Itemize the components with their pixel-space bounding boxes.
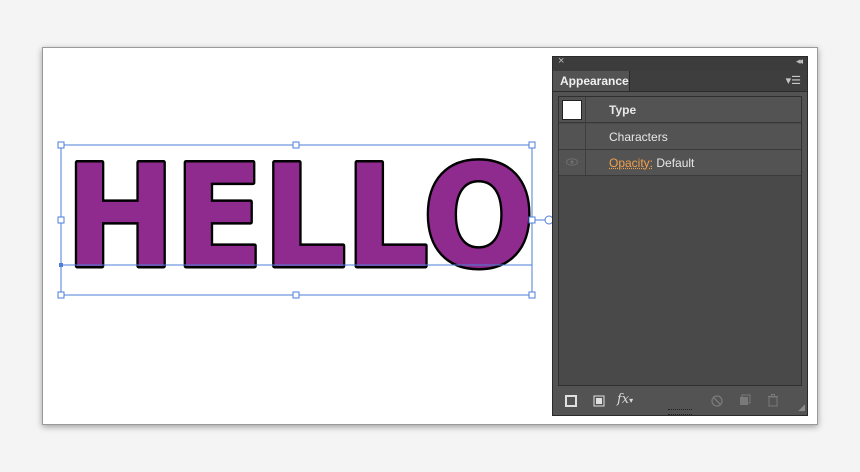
type-thumbnail: [562, 100, 582, 120]
panel-bottom-toolbar: fx▾ ◢: [553, 389, 807, 415]
trash-icon[interactable]: [767, 394, 779, 407]
opacity-link[interactable]: Opacity:: [609, 156, 653, 170]
appearance-panel: × ◂◂ Appearance ▾☰ Type Characters Opaci…: [552, 55, 808, 416]
opacity-label-group: Opacity: Default: [609, 156, 694, 170]
handle-middle-right[interactable]: [528, 216, 536, 224]
opacity-value: Default: [656, 156, 695, 170]
eye-icon[interactable]: [566, 157, 578, 167]
tab-appearance[interactable]: Appearance: [553, 71, 630, 91]
hello-text[interactable]: HELLO: [63, 133, 538, 303]
baseline-anchor[interactable]: [59, 263, 63, 267]
collapse-icon[interactable]: ◂◂: [796, 56, 803, 67]
panel-title-bar[interactable]: × ◂◂: [553, 55, 807, 71]
visibility-cell: [559, 150, 586, 175]
type-label: Type: [609, 103, 637, 117]
panel-menu-icon[interactable]: ▾☰: [786, 74, 801, 87]
duplicate-item-icon[interactable]: [739, 394, 751, 406]
handle-top-left[interactable]: [57, 141, 65, 149]
tab-strip: Appearance ▾☰: [553, 71, 807, 92]
close-icon[interactable]: ×: [558, 55, 564, 67]
fx-icon[interactable]: fx▾: [617, 392, 633, 407]
appearance-list: Type Characters Opacity: Default: [558, 96, 802, 386]
thumbnail-cell: [559, 97, 586, 122]
resize-corner-icon[interactable]: ◢: [798, 402, 805, 413]
new-fill-icon[interactable]: [593, 395, 605, 407]
appearance-row-characters[interactable]: Characters: [559, 124, 801, 150]
appearance-row-type[interactable]: Type: [559, 97, 801, 123]
handle-top-right[interactable]: [528, 141, 536, 149]
handle-top-middle[interactable]: [292, 141, 300, 149]
characters-label[interactable]: Characters: [609, 130, 668, 144]
panel-resize-grip[interactable]: [668, 409, 692, 415]
visibility-cell: [559, 124, 586, 149]
handle-bottom-right[interactable]: [528, 291, 536, 299]
clear-appearance-icon[interactable]: [711, 395, 723, 407]
handle-bottom-middle[interactable]: [292, 291, 300, 299]
new-stroke-icon[interactable]: [565, 395, 577, 407]
handle-bottom-left[interactable]: [57, 291, 65, 299]
appearance-row-opacity[interactable]: Opacity: Default: [559, 150, 801, 176]
handle-middle-left[interactable]: [57, 216, 65, 224]
